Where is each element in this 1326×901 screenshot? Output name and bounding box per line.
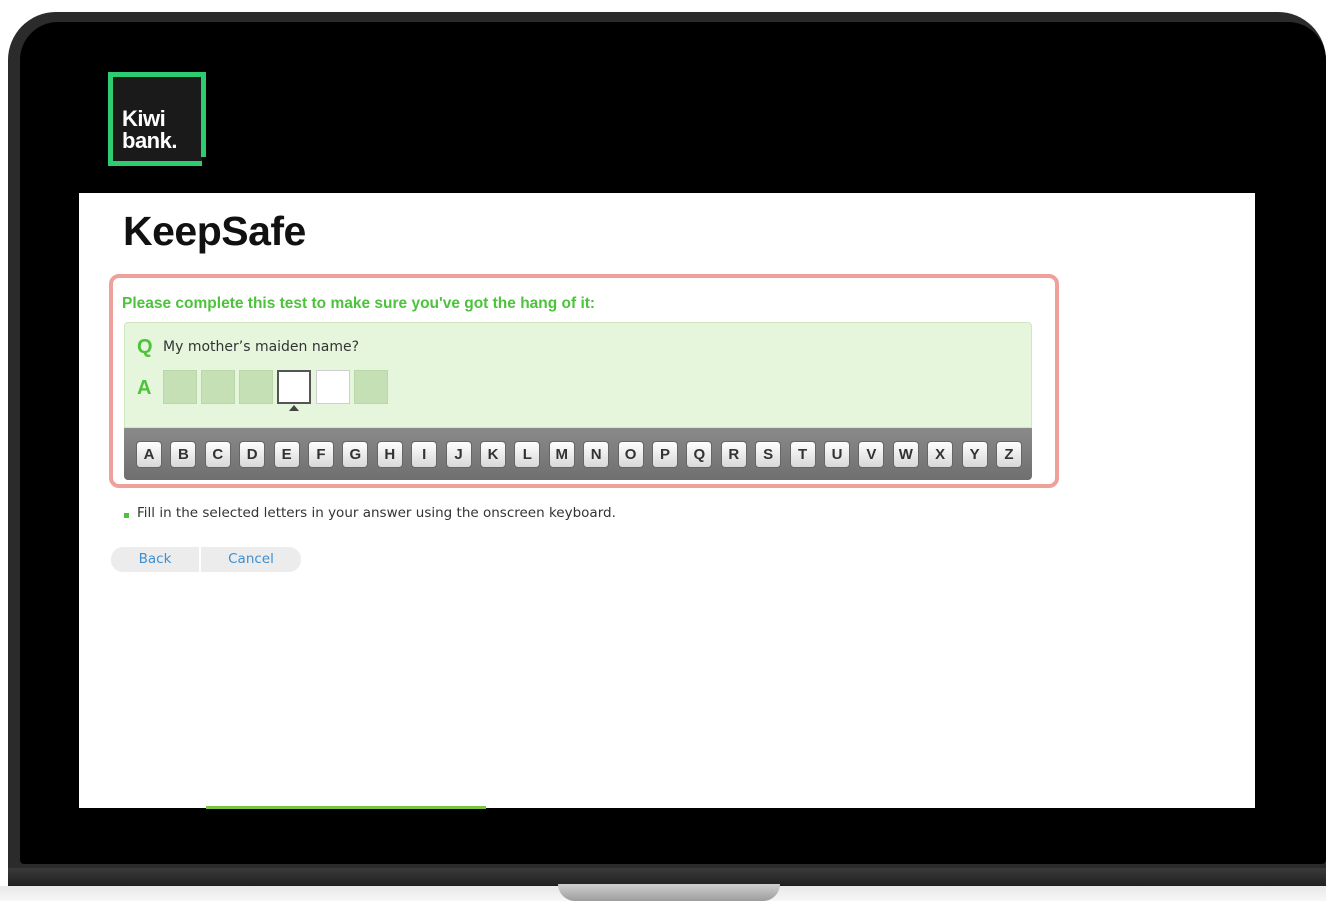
laptop-notch [558, 884, 780, 901]
answer-slot-5[interactable] [316, 370, 350, 404]
key-x[interactable]: X [927, 441, 954, 468]
key-p[interactable]: P [652, 441, 678, 468]
question-marker: Q [137, 336, 153, 358]
answer-slot-2 [201, 370, 235, 404]
key-u[interactable]: U [824, 441, 850, 468]
key-d[interactable]: D [239, 441, 266, 468]
back-button[interactable]: Back [111, 547, 201, 572]
key-h[interactable]: H [376, 441, 403, 468]
key-k[interactable]: K [480, 441, 506, 468]
key-f[interactable]: F [308, 441, 334, 468]
cancel-button[interactable]: Cancel [201, 547, 301, 572]
hint-bullet-icon [124, 513, 129, 518]
logo-frame-right [201, 72, 206, 157]
key-v[interactable]: V [858, 441, 885, 468]
key-b[interactable]: B [170, 441, 197, 468]
test-instruction: Please complete this test to make sure y… [122, 295, 596, 312]
key-s[interactable]: S [755, 441, 782, 468]
screen-accent-bar [206, 806, 486, 809]
page-title: KeepSafe [123, 208, 306, 254]
key-r[interactable]: R [720, 441, 747, 468]
answer-slot-1 [163, 370, 197, 404]
key-n[interactable]: N [583, 441, 610, 468]
key-g[interactable]: G [342, 441, 369, 468]
hint-text: Fill in the selected letters in your ans… [137, 505, 616, 521]
key-j[interactable]: J [445, 441, 472, 468]
key-z[interactable]: Z [996, 441, 1022, 468]
answer-slot-6 [354, 370, 388, 404]
logo-line2: bank. [122, 128, 177, 153]
logo-line1: Kiwi [122, 106, 166, 131]
answer-slot-4-selected[interactable] [277, 370, 311, 404]
question-text: My mother’s maiden name? [163, 339, 360, 355]
answer-marker: A [137, 377, 152, 399]
key-m[interactable]: M [548, 441, 575, 468]
key-a[interactable]: A [136, 441, 162, 468]
selected-slot-pointer-icon [289, 405, 299, 411]
key-c[interactable]: C [204, 441, 231, 468]
key-q[interactable]: Q [686, 441, 713, 468]
kiwibank-logo: Kiwi bank. [108, 72, 206, 168]
key-l[interactable]: L [514, 441, 541, 468]
logo-text: Kiwi bank. [122, 108, 177, 152]
key-t[interactable]: T [789, 441, 816, 468]
key-i[interactable]: I [411, 441, 438, 468]
key-e[interactable]: E [273, 441, 300, 468]
answer-slot-3 [239, 370, 273, 404]
key-w[interactable]: W [892, 441, 919, 468]
key-o[interactable]: O [617, 441, 644, 468]
key-y[interactable]: Y [961, 441, 988, 468]
